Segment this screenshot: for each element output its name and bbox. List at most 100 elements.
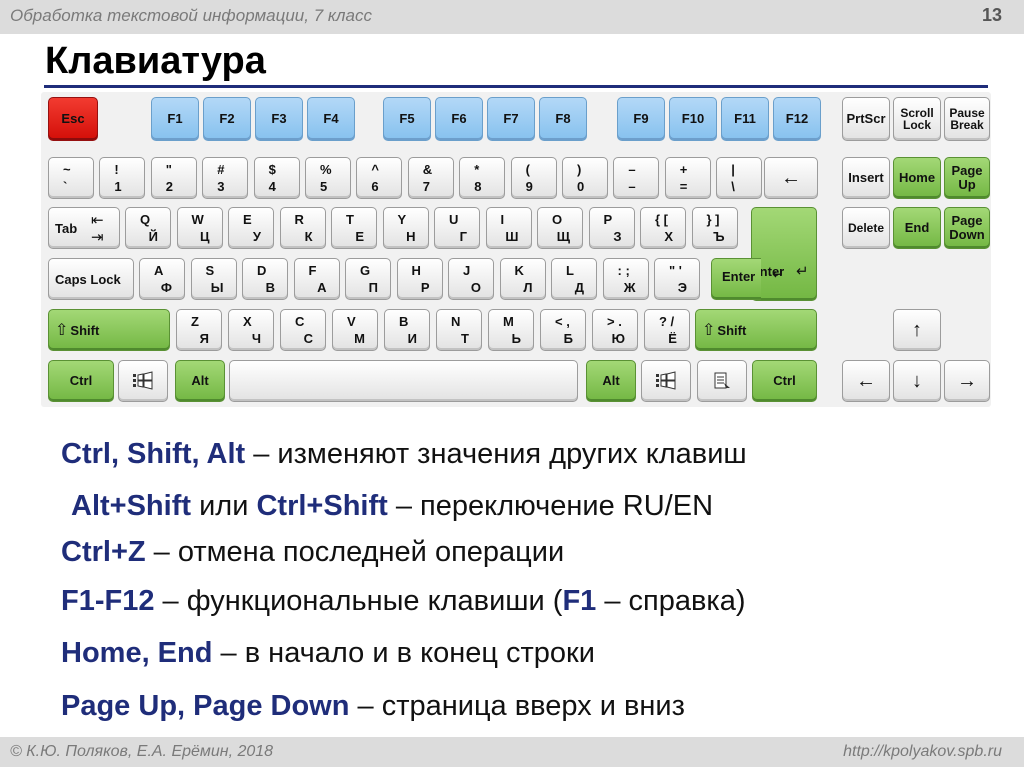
key-digit-5[interactable]: % 5	[305, 157, 351, 199]
key-f3[interactable]: F3	[255, 97, 303, 141]
key-left-win[interactable]	[118, 360, 168, 402]
key-letter-a-row-3[interactable]: FА	[293, 258, 340, 300]
key-delete[interactable]: Delete	[842, 207, 890, 249]
key-page-down[interactable]: Page Down	[944, 207, 990, 249]
key-letter-q-row-5[interactable]: YН	[382, 207, 429, 249]
key-arrow-left[interactable]: ←	[842, 360, 890, 402]
key-letter-z-row-7[interactable]: < , Б	[540, 309, 586, 351]
key-letter-a-row-8[interactable]: LД	[551, 258, 597, 300]
key-right-shift[interactable]: ⇧ Shift	[695, 309, 817, 351]
key-tab[interactable]: Tab ⇤ ⇥	[48, 207, 120, 249]
desc-keys: Home, End	[61, 637, 213, 669]
key-arrow-up[interactable]: ↑	[893, 309, 941, 351]
key-letter-z-row-4[interactable]: BИ	[384, 309, 430, 351]
key-digit-8[interactable]: * 8	[459, 157, 506, 199]
key-right-win[interactable]	[641, 360, 691, 402]
key-letter-q-row-10[interactable]: { [Х	[640, 207, 686, 249]
key-f12[interactable]: F12	[773, 97, 821, 141]
key-digit-0[interactable]: ~ `	[48, 157, 94, 199]
key-letter-a-row-1[interactable]: SЫ	[190, 258, 237, 300]
key-letter-z-row-6[interactable]: MЬ	[488, 309, 534, 351]
key-backspace[interactable]: ←	[764, 157, 818, 199]
key-left-ctrl[interactable]: Ctrl	[48, 360, 114, 402]
key-letter-q-row-0[interactable]: QЙ	[125, 207, 171, 249]
key-letter-q-row-6[interactable]: UГ	[434, 207, 480, 249]
windows-logo-icon	[133, 371, 153, 390]
key-letter-z-row-9[interactable]: ? / Ё	[644, 309, 690, 351]
key-letter-q-row-1[interactable]: WЦ	[176, 207, 223, 249]
key-digit-9[interactable]: (9	[510, 157, 557, 199]
key-letter-z-row-8[interactable]: > . Ю	[592, 309, 638, 351]
key-upper-label: "	[165, 162, 172, 177]
key-letter-q-row-9[interactable]: PЗ	[588, 207, 635, 249]
key-f11[interactable]: F11	[721, 97, 769, 141]
key-letter-a-row-2[interactable]: DВ	[242, 258, 288, 300]
key-right-alt[interactable]: Alt	[586, 360, 636, 402]
key-letter-q-row-2[interactable]: EУ	[228, 207, 274, 249]
key-digit-4[interactable]: $4	[253, 157, 300, 199]
key-caps-lock[interactable]: Caps Lock	[48, 258, 134, 300]
key-left-shift[interactable]: ⇧ Shift	[48, 309, 170, 351]
key-letter-z-row-2[interactable]: CС	[280, 309, 326, 351]
key-letter-q-row-7[interactable]: IШ	[485, 207, 532, 249]
key-upper-label: H	[411, 263, 421, 278]
key-letter-z-row-3[interactable]: VМ	[332, 309, 378, 351]
key-home[interactable]: Home	[893, 157, 941, 199]
key-f8[interactable]: F8	[539, 97, 587, 141]
key-f7[interactable]: F7	[487, 97, 535, 141]
key-right-ctrl[interactable]: Ctrl	[752, 360, 817, 402]
key-end[interactable]: End	[893, 207, 941, 249]
key-esc[interactable]: Esc	[48, 97, 98, 141]
key-insert[interactable]: Insert	[842, 157, 890, 199]
key-pause-break[interactable]: Pause Break	[944, 97, 990, 141]
key-f5[interactable]: F5	[383, 97, 431, 141]
key-prtscr[interactable]: PrtScr	[842, 97, 890, 141]
key-letter-z-row-5[interactable]: NТ	[436, 309, 482, 351]
key-menu[interactable]	[697, 360, 747, 402]
key-letter-z-row-1[interactable]: XЧ	[228, 309, 274, 351]
tab-left-arrow-icon: ⇤	[91, 212, 104, 229]
key-arrow-down[interactable]: ↓	[893, 360, 941, 402]
key-space[interactable]	[229, 360, 578, 402]
key-letter-a-row-6[interactable]: JО	[448, 258, 494, 300]
key-f9[interactable]: F9	[617, 97, 665, 141]
key-digit-6[interactable]: ^ 6	[356, 157, 403, 199]
arrow-right-icon: →	[957, 369, 977, 392]
key-digit-13[interactable]: | \	[716, 157, 763, 199]
key-lower-label: Я	[199, 331, 209, 346]
key-f6[interactable]: F6	[435, 97, 483, 141]
key-lower-label: Ы	[210, 280, 224, 295]
key-arrow-right[interactable]: →	[944, 360, 990, 402]
key-letter-a-row-0[interactable]: AФ	[139, 258, 185, 300]
key-f10[interactable]: F10	[669, 97, 717, 141]
key-letter-q-row-4[interactable]: TЕ	[331, 207, 377, 249]
key-upper-label: F	[308, 263, 317, 278]
key-f1[interactable]: F1	[151, 97, 199, 141]
key-page-up[interactable]: Page Up	[944, 157, 990, 199]
key-letter-z-row-0[interactable]: ZЯ	[176, 309, 222, 351]
key-letter-a-row-9[interactable]: : ; Ж	[602, 258, 649, 300]
key-f2[interactable]: F2	[203, 97, 251, 141]
key-letter-a-row-5[interactable]: HР	[396, 258, 443, 300]
key-letter-a-row-7[interactable]: KЛ	[499, 258, 546, 300]
key-left-alt[interactable]: Alt	[175, 360, 225, 402]
key-letter-q-row-8[interactable]: OЩ	[537, 207, 583, 249]
key-label: Ctrl	[69, 373, 93, 389]
description-line-6: Page Up, Page Down – страница вверх и вн…	[61, 690, 685, 723]
key-lower-label: Э	[677, 280, 687, 295]
key-digit-10[interactable]: ) 0	[562, 157, 608, 199]
key-letter-a-row-10[interactable]: " ' Э	[654, 258, 700, 300]
key-digit-11[interactable]: – –	[613, 157, 660, 199]
key-digit-3[interactable]: #3	[202, 157, 249, 199]
key-digit-2[interactable]: " 2	[150, 157, 197, 199]
key-upper-label: M	[503, 314, 514, 329]
key-f4[interactable]: F4	[307, 97, 355, 141]
key-scroll-lock[interactable]: Scroll Lock	[893, 97, 941, 141]
key-letter-q-row-3[interactable]: RК	[279, 207, 326, 249]
key-enter-extension[interactable]: Enter	[711, 258, 761, 300]
key-digit-7[interactable]: & 7	[407, 157, 454, 199]
key-letter-a-row-4[interactable]: GП	[345, 258, 391, 300]
key-digit-12[interactable]: + =	[664, 157, 711, 199]
key-digit-1[interactable]: ! 1	[99, 157, 146, 199]
key-letter-q-row-11[interactable]: } ] Ъ	[691, 207, 738, 249]
